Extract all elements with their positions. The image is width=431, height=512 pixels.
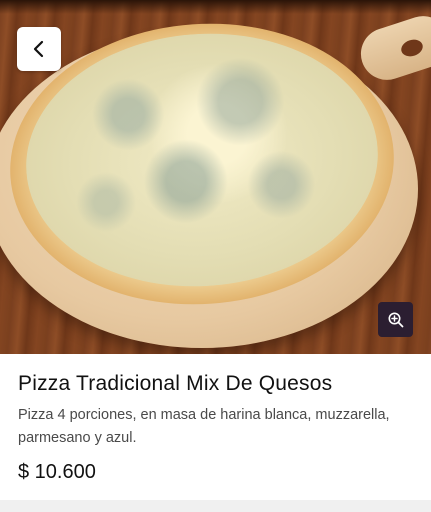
product-description: Pizza 4 porciones, en masa de harina bla…: [18, 407, 390, 446]
chevron-left-icon: [33, 40, 44, 58]
product-title: Pizza Tradicional Mix De Quesos: [18, 372, 333, 395]
back-button[interactable]: [17, 27, 61, 71]
zoom-button[interactable]: [378, 302, 413, 337]
product-price: $ 10.600: [18, 461, 96, 483]
product-image: [0, 0, 431, 354]
zoom-in-icon: [388, 312, 403, 327]
footer-divider: [0, 500, 431, 512]
